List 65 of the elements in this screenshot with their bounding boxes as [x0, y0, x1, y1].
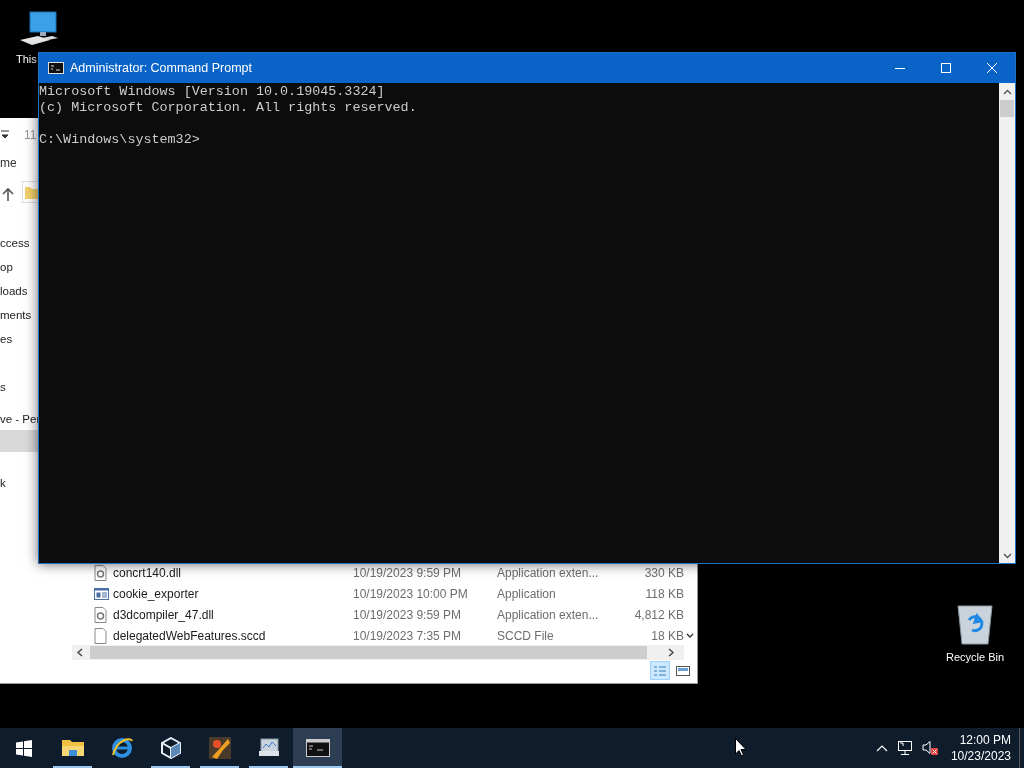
file-icon	[94, 627, 109, 644]
nav-item[interactable]: loads	[0, 279, 28, 303]
file-date: 10/19/2023 10:00 PM	[353, 585, 469, 603]
file-type: SCCD File	[497, 627, 555, 645]
ribbon-tab[interactable]: me	[0, 154, 17, 172]
network-icon[interactable]	[896, 740, 913, 756]
dropdown-icon[interactable]	[0, 130, 10, 139]
file-name[interactable]: concrt140.dll	[113, 563, 353, 582]
scroll-up-icon[interactable]	[1002, 89, 1012, 96]
browser-e-icon	[110, 737, 133, 759]
console-prompt: C:\Windows\system32>	[39, 132, 201, 148]
file-type: Application	[497, 585, 557, 603]
cube-icon	[159, 737, 182, 759]
file-date: 10/19/2023 7:35 PM	[353, 627, 463, 645]
up-arrow-icon[interactable]	[1, 187, 15, 202]
address-text: 11	[24, 127, 37, 144]
file-name[interactable]: cookie_exporter	[113, 584, 353, 603]
console-line: (c) Microsoft Corporation. All rights reserved.	[39, 100, 418, 116]
desktop-icon-label[interactable]: Recycle Bin	[945, 650, 1005, 664]
close-icon	[987, 63, 997, 73]
chevron-up-icon[interactable]	[875, 743, 888, 753]
window-icon	[676, 664, 690, 677]
file-size: 118 KB	[644, 585, 684, 603]
nav-item[interactable]: k	[0, 471, 6, 495]
file-type: Application exten...	[497, 606, 600, 624]
terminal-icon	[305, 737, 330, 759]
file-date: 10/19/2023 9:59 PM	[353, 606, 463, 624]
list-icon	[653, 664, 667, 677]
vertical-scrollbar[interactable]	[999, 83, 1015, 563]
scroll-down-icon[interactable]	[685, 632, 695, 639]
muted-speaker-icon[interactable]	[921, 740, 938, 756]
file-size: 330 KB	[643, 564, 684, 582]
file-size: 18 KB	[650, 627, 684, 645]
clock[interactable]: 12:00 PM 10/23/2023	[946, 732, 1015, 764]
console-line: Microsoft Windows [Version 10.0.19045.3324]	[39, 84, 386, 100]
settings-file-icon	[94, 564, 109, 581]
file-type: Application exten...	[497, 564, 600, 582]
mouse-cursor-icon	[735, 738, 747, 757]
file-date: 10/19/2023 9:59 PM	[353, 564, 463, 582]
file-name[interactable]: delegatedWebFeatures.sccd	[113, 626, 353, 645]
scrollbar-thumb[interactable]	[1000, 100, 1014, 117]
nav-item[interactable]: s	[0, 375, 6, 399]
maximize-icon	[941, 63, 951, 73]
nav-item[interactable]: op	[0, 255, 13, 279]
file-name[interactable]: d3dcompiler_47.dll	[113, 605, 353, 624]
terminal-icon	[48, 62, 64, 74]
nav-item[interactable]: es	[0, 327, 13, 351]
horizontal-scrollbar[interactable]	[72, 645, 684, 660]
recycle-bin-icon[interactable]	[956, 602, 994, 646]
scroll-down-icon[interactable]	[1002, 552, 1012, 559]
folder-icon	[61, 737, 84, 759]
scroll-right-icon[interactable]	[667, 648, 675, 657]
application-icon	[94, 585, 109, 602]
file-size: 4,812 KB	[633, 606, 684, 624]
windows-logo-icon	[16, 739, 32, 757]
settings-file-icon	[94, 606, 109, 623]
nav-item[interactable]: ments	[0, 303, 32, 327]
app-logo-icon	[208, 737, 231, 759]
window-title: Administrator: Command Prompt	[70, 59, 253, 77]
scrollbar-thumb[interactable]	[90, 646, 647, 659]
nav-item[interactable]: ccess	[0, 231, 30, 255]
taskbar-button[interactable]	[293, 728, 342, 768]
desktop-icon-label[interactable]: This	[16, 52, 37, 66]
scroll-left-icon[interactable]	[76, 648, 84, 657]
monitor-icon	[257, 737, 280, 759]
